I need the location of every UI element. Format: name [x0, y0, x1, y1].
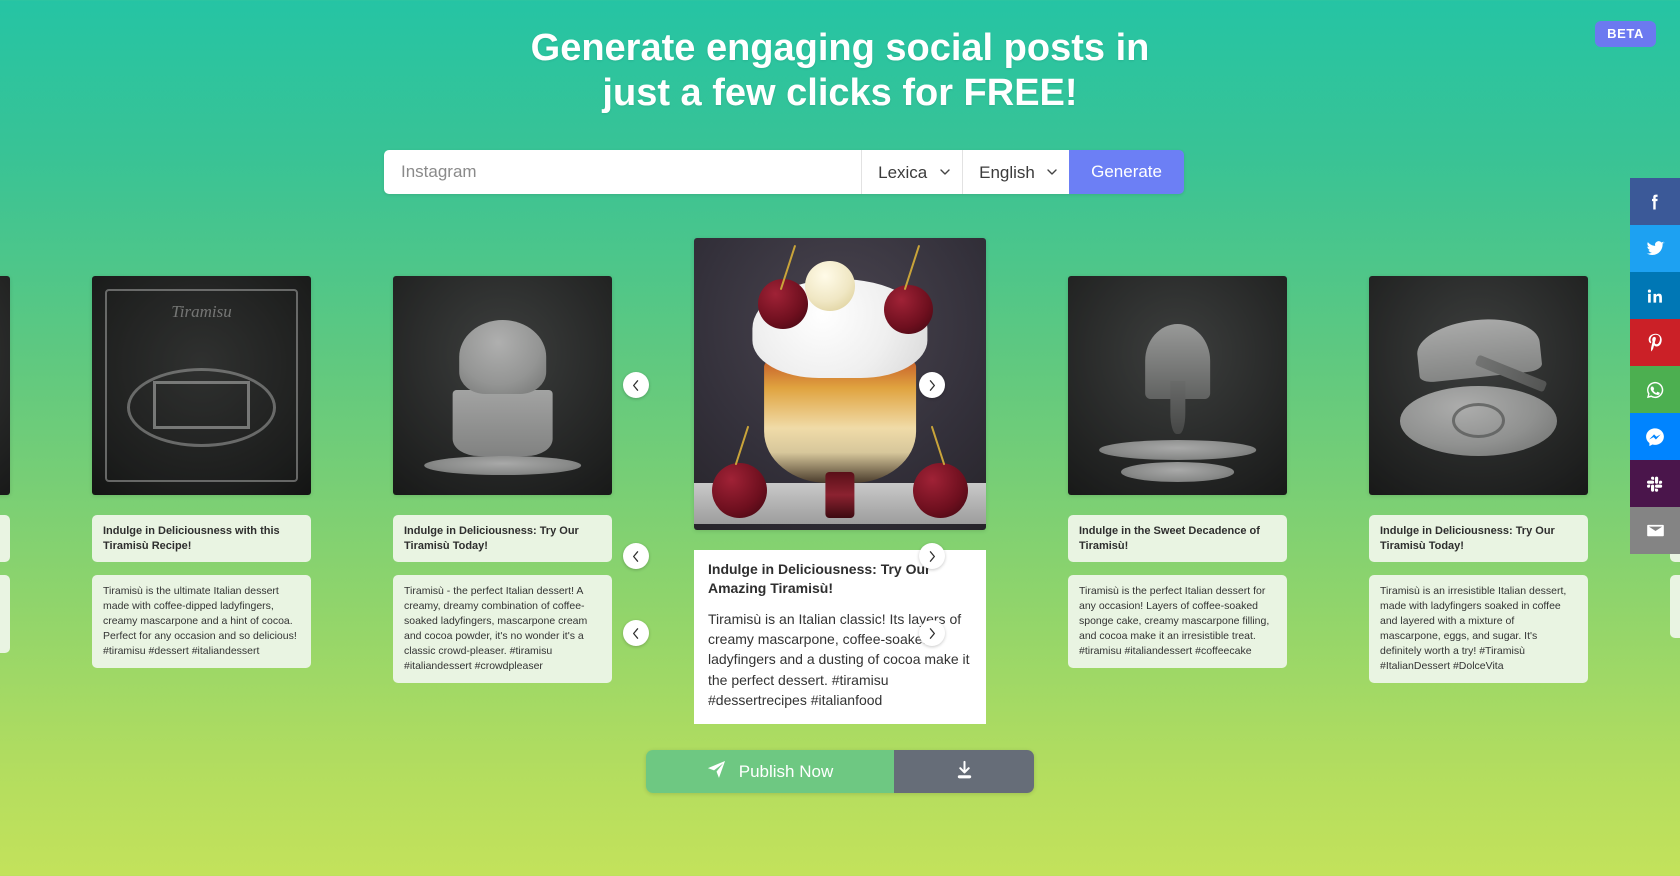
post-image[interactable] [1369, 276, 1588, 495]
generate-button[interactable]: Generate [1069, 150, 1184, 194]
email-icon [1645, 520, 1666, 541]
post-image[interactable] [0, 276, 10, 495]
publish-now-label: Publish Now [738, 761, 834, 781]
share-messenger-button[interactable] [1630, 413, 1680, 460]
post-card-active[interactable]: Indulge in Deliciousness: Try Our Amazin… [694, 238, 986, 725]
share-whatsapp-button[interactable] [1630, 366, 1680, 413]
share-facebook-button[interactable] [1630, 178, 1680, 225]
pinterest-icon [1645, 332, 1666, 353]
carousel-prev-title-button[interactable] [623, 543, 649, 569]
post-card[interactable]: Tiramisu Indulge in Deliciousness with t… [92, 238, 311, 669]
slack-icon [1645, 474, 1665, 494]
action-bar: Publish Now [646, 750, 1034, 793]
social-share-rail [1630, 178, 1680, 554]
post-text-wrap: Indulge in the Sweet Decadence of Tirami… [1068, 515, 1287, 669]
linkedin-icon [1645, 286, 1665, 306]
dessert-artwork [393, 276, 612, 495]
carousel-next-body-button[interactable] [919, 620, 945, 646]
post-text-wrap: Indulge in Deliciousness: Try Our Tirami… [1369, 515, 1588, 684]
share-slack-button[interactable] [1630, 460, 1680, 507]
generator-search-bar: Lexica English Generate [384, 150, 1184, 194]
prompt-input[interactable] [384, 150, 862, 194]
post-body: Tiramisù: a classic Italian dessert made… [0, 575, 10, 654]
language-select-wrapper: English [962, 150, 1070, 194]
carousel-prev-body-button[interactable] [623, 620, 649, 646]
post-body: Tiramisù is the ultimate Italian dessert… [92, 575, 311, 669]
page-title: Generate engaging social posts in just a… [0, 26, 1680, 116]
post-card[interactable]: Indulge in Deliciousness: Try Our Tirami… [1369, 238, 1588, 684]
dessert-artwork [0, 276, 10, 495]
post-title: Indulge in the Sweet Decadence of Tirami… [1068, 515, 1287, 563]
facebook-icon [1645, 192, 1665, 212]
post-carousel: Delicious Tiramisù Recipe for a Happy Da… [0, 238, 1680, 725]
dessert-artwork [1369, 276, 1588, 495]
post-title: Indulge in Deliciousness with this Tiram… [92, 515, 311, 563]
source-select-wrapper: Lexica [861, 150, 963, 194]
post-image[interactable]: Tiramisu [92, 276, 311, 495]
post-card[interactable]: Delicious Tiramisù Recipe for a Happy Da… [0, 238, 10, 654]
post-card[interactable]: Indulge in Deliciousness: Try Our Tirami… [393, 238, 612, 684]
dessert-artwork: Tiramisu [92, 276, 311, 495]
post-text-wrap: Indulge in Deliciousness: Try Our Tirami… [393, 515, 612, 684]
post-body: Tiramisù - the perfect Italian dessert! … [393, 575, 612, 684]
language-select[interactable]: English [963, 150, 1070, 194]
carousel-next-title-button[interactable] [919, 543, 945, 569]
messenger-icon [1644, 426, 1666, 448]
post-card[interactable]: Indulge in the Sweet Decadence of Tirami… [1068, 238, 1287, 669]
post-title: Indulge in Deliciousness: Try Our Tirami… [393, 515, 612, 563]
download-icon [954, 760, 975, 784]
share-email-button[interactable] [1630, 507, 1680, 554]
source-select[interactable]: Lexica [862, 150, 963, 194]
post-title: Indulge in Deliciousness: Try Our Tirami… [1369, 515, 1588, 563]
post-body: Tiramisù is a classic Italian coffee-fla… [1670, 575, 1680, 639]
post-text-wrap: Delicious Tiramisù Recipe for a Happy Da… [0, 515, 10, 654]
post-image[interactable] [393, 276, 612, 495]
page-title-line-1: Generate engaging social posts in [530, 27, 1150, 69]
post-body: Tiramisù is the perfect Italian dessert … [1068, 575, 1287, 669]
send-icon [707, 760, 726, 784]
share-linkedin-button[interactable] [1630, 272, 1680, 319]
twitter-icon [1645, 238, 1666, 259]
post-text-wrap: Indulge in Deliciousness with this Tiram… [92, 515, 311, 669]
post-body: Tiramisù is an irresistible Italian dess… [1369, 575, 1588, 684]
publish-now-button[interactable]: Publish Now [646, 750, 894, 793]
whatsapp-icon [1644, 379, 1666, 401]
post-title: Delicious Tiramisù Recipe for a Happy Da… [0, 515, 10, 563]
post-image[interactable] [1068, 276, 1287, 495]
page-title-line-2: just a few clicks for FREE! [602, 71, 1078, 114]
carousel-prev-image-button[interactable] [623, 372, 649, 398]
beta-badge: BETA [1595, 21, 1656, 47]
carousel-next-image-button[interactable] [919, 372, 945, 398]
share-pinterest-button[interactable] [1630, 319, 1680, 366]
download-button[interactable] [894, 750, 1034, 793]
dessert-artwork [1068, 276, 1287, 495]
carousel-track: Delicious Tiramisù Recipe for a Happy Da… [0, 238, 1680, 725]
share-twitter-button[interactable] [1630, 225, 1680, 272]
